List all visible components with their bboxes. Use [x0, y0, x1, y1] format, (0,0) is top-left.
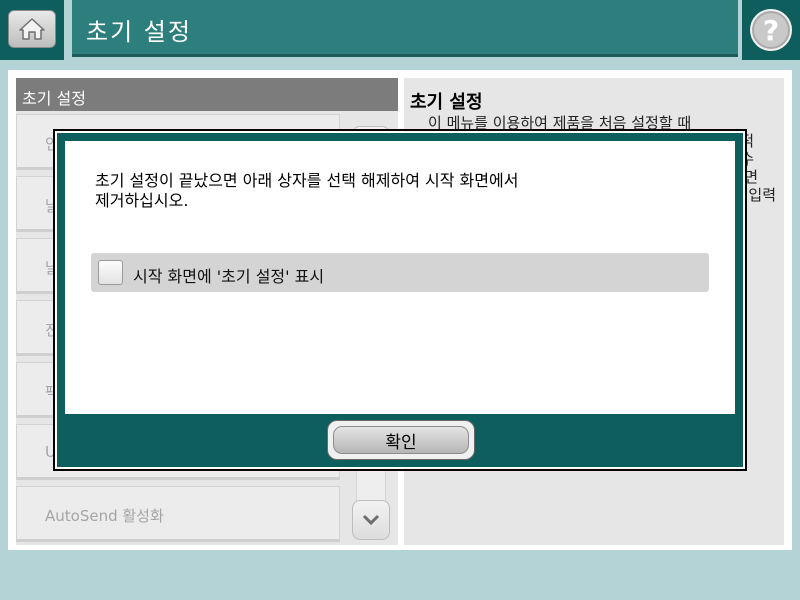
- title-bar: 초기 설정: [72, 0, 738, 57]
- help-button[interactable]: ?: [742, 0, 800, 60]
- help-icon: ?: [750, 9, 792, 51]
- ok-button-label: 확인: [333, 426, 469, 454]
- page-title: 초기 설정: [86, 18, 192, 46]
- chevron-down-icon: [362, 510, 380, 531]
- header-bar: 초기 설정 ?: [0, 0, 800, 62]
- menu-item-autosend[interactable]: AutoSend 활성화: [16, 486, 340, 542]
- description-line: 이 메뉴를 이용하여 제품을 처음 설정할 때: [428, 114, 692, 132]
- show-setup-checkbox[interactable]: [98, 260, 123, 285]
- menu-panel-title: 초기 설정: [22, 89, 86, 108]
- dialog-message-line: 제거하십시오.: [95, 191, 189, 210]
- setup-dialog: 초기 설정이 끝났으면 아래 상자를 선택 해제하여 시작 화면에서 제거하십시…: [53, 129, 747, 471]
- dialog-message-line: 초기 설정이 끝났으면 아래 상자를 선택 해제하여 시작 화면에서: [95, 171, 519, 190]
- show-setup-checkbox-row[interactable]: 시작 화면에 '초기 설정' 표시: [91, 253, 709, 292]
- help-panel-title: 초기 설정: [410, 92, 483, 113]
- menu-item-label: AutoSend 활성화: [45, 507, 164, 525]
- home-button[interactable]: [0, 0, 64, 60]
- menu-panel-header: 초기 설정: [16, 78, 398, 111]
- home-icon: [8, 10, 56, 48]
- dialog-body: 초기 설정이 끝났으면 아래 상자를 선택 해제하여 시작 화면에서 제거하십시…: [65, 141, 735, 414]
- ok-button[interactable]: 확인: [327, 420, 475, 460]
- show-setup-checkbox-label: 시작 화면에 '초기 설정' 표시: [133, 267, 325, 286]
- dialog-message: 초기 설정이 끝났으면 아래 상자를 선택 해제하여 시작 화면에서 제거하십시…: [95, 171, 655, 211]
- scroll-down-button[interactable]: [352, 500, 390, 540]
